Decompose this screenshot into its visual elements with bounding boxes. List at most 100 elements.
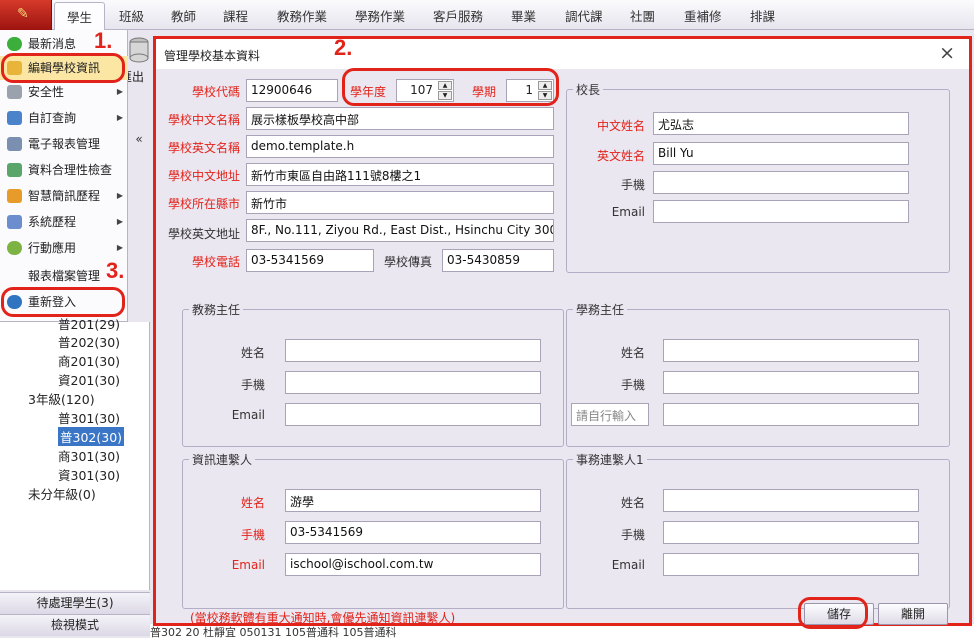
tree-node[interactable]: 3年級(120) [28,389,95,408]
affairs-contact-title: 事務連繫人1 [573,451,647,468]
it-name-field[interactable]: 游學 [285,489,541,512]
ribbon-tab-bar: ✎ 學生 班級 教師 課程 教務作業 學務作業 客戶服務 畢業 調代課 社團 重… [0,0,974,31]
school-address-en-field[interactable]: 8F., No.111, Ziyou Rd., East Dist., Hsin… [246,219,554,242]
export-toolbar-button[interactable]: 匯出 [120,36,150,92]
menu-item-sms-history[interactable]: 智慧簡訊歷程 ▶ [0,184,128,208]
school-name-en-label: 學校英文名稱 [167,141,240,155]
school-code-label: 學校代碼 [191,85,240,99]
tab-customer-service[interactable]: 客戶服務 [433,6,483,25]
menu-item-system-log[interactable]: 系統歷程 ▶ [0,210,128,234]
app-logo-icon: ✎ [17,6,29,22]
menu-item-label: 智慧簡訊歷程 [28,189,101,203]
app-menu-button[interactable]: ✎ [0,0,52,30]
menu-item-security[interactable]: 安全性 ▶ [0,80,128,104]
submenu-arrow-icon: ▶ [116,217,123,226]
menu-item-email-report[interactable]: 電子報表管理 [0,132,128,156]
principal-mobile-label: 手機 [620,178,645,192]
school-code-field[interactable]: 12900646 [246,79,338,102]
tab-scheduling[interactable]: 排課 [750,6,775,25]
tree-node[interactable]: 普202(30) [58,332,120,351]
submenu-arrow-icon: ▶ [116,191,123,200]
tab-makeup[interactable]: 重補修 [684,6,722,25]
tree-node[interactable]: 商201(30) [58,351,120,370]
close-icon[interactable]: × [939,42,955,64]
affairs-name-label: 姓名 [620,496,645,510]
menu-item-label: 行動應用 [28,241,77,255]
student-affairs-mobile-field[interactable] [663,371,919,394]
tree-node[interactable]: 普201(29) [58,314,120,333]
affairs-email-label: Email [611,558,645,572]
school-name-en-field[interactable]: demo.template.h [246,135,554,158]
principal-mobile-field[interactable] [653,171,909,194]
tab-substitute[interactable]: 調代課 [565,6,603,25]
tree-node[interactable]: 資201(30) [58,370,120,389]
tab-graduation[interactable]: 畢業 [511,6,536,25]
principal-group: 校長 中文姓名 尤弘志 英文姓名 Bill Yu 手機 Email [566,81,950,273]
academic-mobile-field[interactable] [285,371,541,394]
student-affairs-director-group: 學務主任 姓名 手機 請自行輸入 [566,301,950,447]
student-affairs-name-field[interactable] [663,339,919,362]
principal-name-zh-field[interactable]: 尤弘志 [653,112,909,135]
submenu-arrow-icon: ▶ [116,87,123,96]
tree-node[interactable]: 未分年級(0) [28,484,96,503]
menu-item-label: 資料合理性檢查 [28,163,113,177]
tab-teacher[interactable]: 教師 [171,6,196,25]
system-log-icon [7,215,22,229]
menu-item-data-check[interactable]: 資料合理性檢查 [0,158,128,182]
tab-class[interactable]: 班級 [119,6,144,25]
school-name-zh-field[interactable]: 展示樣板學校高中部 [246,107,554,130]
school-fax-field[interactable]: 03-5430859 [442,249,554,272]
principal-name-en-label: 英文姓名 [596,149,645,163]
student-affairs-name-label: 姓名 [620,346,645,360]
school-phone-field[interactable]: 03-5341569 [246,249,374,272]
it-contact-title: 資訊連繫人 [189,451,256,468]
it-email-label: Email [231,558,265,572]
view-mode-bar[interactable]: 檢視模式 [0,614,150,636]
principal-email-field[interactable] [653,200,909,223]
student-affairs-custom-field[interactable] [663,403,919,426]
database-icon [129,37,149,63]
menu-item-custom-query[interactable]: 自訂查詢 ▶ [0,106,128,130]
dialog-body: 學校代碼 12900646 學年度 107 ▲ ▼ 學期 1 ▲ ▼ 2. 學校… [156,35,969,629]
custom-label-input[interactable]: 請自行輸入 [571,403,649,426]
step-2-label: 2. [334,35,353,60]
school-fax-label: 學校傳真 [383,255,432,269]
it-email-field[interactable]: ischool@ischool.com.tw [285,553,541,576]
tree-node[interactable]: 商301(30) [58,446,120,465]
it-mobile-field[interactable]: 03-5341569 [285,521,541,544]
highlight-ring-save [798,597,868,629]
academic-email-label: Email [231,408,265,422]
tree-node[interactable]: 資301(30) [58,465,120,484]
tab-club[interactable]: 社團 [630,6,655,25]
affairs-email-field[interactable] [663,553,919,576]
tree-node-selected[interactable]: 普302(30) [58,427,125,446]
principal-name-en-field[interactable]: Bill Yu [653,142,909,165]
school-address-en-label: 學校英文地址 [167,227,240,241]
tab-student[interactable]: 學生 [54,2,106,31]
leave-button[interactable]: 離開 [878,603,948,625]
school-county-field[interactable]: 新竹市 [246,191,554,214]
school-address-zh-label: 學校中文地址 [167,169,240,183]
it-contact-group: 資訊連繫人 姓名 游學 手機 03-5341569 Email ischool@… [182,451,564,609]
school-address-zh-field[interactable]: 新竹市東區自由路111號8樓之1 [246,163,554,186]
highlight-ring-step-3 [1,287,125,317]
affairs-name-field[interactable] [663,489,919,512]
student-affairs-mobile-label: 手機 [620,378,645,392]
highlight-ring-step-2 [342,68,559,106]
academic-name-field[interactable] [285,339,541,362]
pending-students-bar[interactable]: 待處理學生(3) [0,592,150,614]
academic-director-title: 教務主任 [189,301,244,318]
tree-node[interactable]: 普301(30) [58,408,120,427]
principal-email-label: Email [611,205,645,219]
collapse-button[interactable]: « [128,132,150,150]
school-info-dialog: 管理學校基本資料 × 學校代碼 12900646 學年度 107 ▲ ▼ 學期 … [153,35,972,629]
tab-academic-affairs[interactable]: 教務作業 [277,6,327,25]
menu-item-mobile-app[interactable]: 行動應用 ▶ [0,236,128,260]
tab-student-affairs[interactable]: 學務作業 [355,6,405,25]
dialog-titlebar: 管理學校基本資料 × [156,39,969,69]
academic-email-field[interactable] [285,403,541,426]
academic-director-group: 教務主任 姓名 手機 Email [182,301,564,447]
tab-course[interactable]: 課程 [223,6,248,25]
menu-item-label: 安全性 [28,85,65,99]
affairs-mobile-field[interactable] [663,521,919,544]
